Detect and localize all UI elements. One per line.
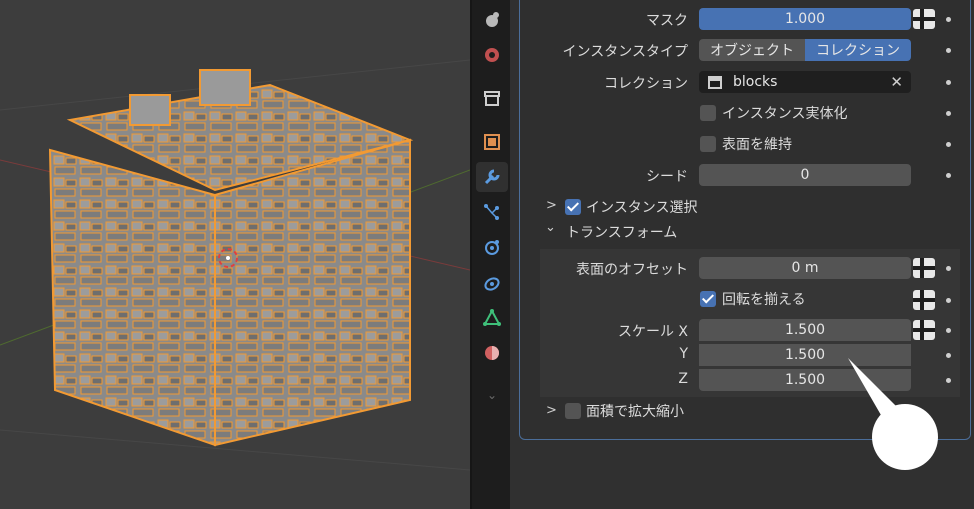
data-triangle-icon xyxy=(483,308,501,326)
instance-type-option-object[interactable]: オブジェクト xyxy=(699,39,805,61)
scale-x-field[interactable]: 1.500 xyxy=(699,319,911,341)
seed-label: シード xyxy=(646,169,688,185)
keyframe-decorator-icon[interactable] xyxy=(913,258,935,278)
collection-field[interactable]: blocks ✕ xyxy=(699,71,911,93)
animate-property-dot[interactable] xyxy=(946,298,951,303)
scene-icon xyxy=(485,48,499,62)
world-icon xyxy=(486,12,499,27)
chevron-down-icon[interactable]: ⌄ xyxy=(545,220,556,235)
tab-data[interactable] xyxy=(476,303,508,333)
transform-subpanel-title[interactable]: トランスフォーム xyxy=(566,222,677,242)
animate-property-dot[interactable] xyxy=(946,328,951,333)
animate-property-dot[interactable] xyxy=(946,80,951,85)
animate-property-dot[interactable] xyxy=(946,266,951,271)
wrench-modifier-icon xyxy=(484,169,500,185)
keep-surface-checkbox[interactable] xyxy=(700,136,716,152)
surface-offset-label: 表面のオフセット xyxy=(576,262,688,278)
collection-box-icon xyxy=(484,91,500,106)
instance-type-selector[interactable]: オブジェクト コレクション xyxy=(699,39,911,61)
tab-object[interactable] xyxy=(476,127,508,157)
particles-icon xyxy=(484,204,499,220)
clear-icon[interactable]: ✕ xyxy=(890,73,903,91)
tab-material[interactable] xyxy=(476,338,508,368)
constraints-icon xyxy=(484,277,500,291)
animate-property-dot[interactable] xyxy=(946,111,951,116)
collection-value: blocks xyxy=(733,74,778,90)
scale-y-label: Y xyxy=(679,346,688,362)
keep-surface-label: 表面を維持 xyxy=(722,137,792,153)
tab-modifiers[interactable] xyxy=(476,162,508,192)
chevron-right-icon[interactable]: > xyxy=(546,403,557,418)
tab-collection[interactable] xyxy=(476,83,508,113)
properties-tab-bar: ⌄ xyxy=(470,0,512,509)
click-indicator-icon xyxy=(848,358,938,470)
tab-particles[interactable] xyxy=(476,197,508,227)
collection-box-icon xyxy=(708,76,722,89)
realize-instances-label: インスタンス実体化 xyxy=(722,106,848,122)
instance-type-option-collection[interactable]: コレクション xyxy=(805,39,911,61)
mask-label: マスク xyxy=(646,13,688,29)
scale-by-area-label[interactable]: 面積で拡大縮小 xyxy=(586,401,684,421)
seed-field[interactable]: 0 xyxy=(699,164,911,186)
tab-bar-expand[interactable]: ⌄ xyxy=(476,380,508,410)
animate-property-dot[interactable] xyxy=(946,17,951,22)
mask-field[interactable]: 1.000 xyxy=(699,8,911,30)
keyframe-decorator-icon[interactable] xyxy=(913,320,935,340)
collection-label: コレクション xyxy=(604,76,688,92)
align-rotation-label: 回転を揃える xyxy=(722,292,806,308)
animate-property-dot[interactable] xyxy=(946,48,951,53)
instance-type-label: インスタンスタイプ xyxy=(562,44,688,60)
object-icon xyxy=(484,134,500,150)
fractal-cube-object[interactable] xyxy=(48,69,414,447)
chevron-down-icon: ⌄ xyxy=(486,388,498,402)
physics-icon xyxy=(485,240,499,255)
animate-property-dot[interactable] xyxy=(946,142,951,147)
keyframe-decorator-icon[interactable] xyxy=(913,290,935,310)
instance-select-label[interactable]: インスタンス選択 xyxy=(586,197,697,217)
animate-property-dot[interactable] xyxy=(946,173,951,178)
scale-by-area-checkbox[interactable] xyxy=(565,403,581,419)
tab-physics[interactable] xyxy=(476,232,508,262)
material-icon xyxy=(485,346,499,360)
3d-viewport[interactable] xyxy=(0,0,470,509)
scale-z-label: Z xyxy=(678,371,688,387)
align-rotation-checkbox[interactable] xyxy=(700,291,716,307)
instance-select-checkbox[interactable] xyxy=(565,199,581,215)
realize-instances-checkbox[interactable] xyxy=(700,105,716,121)
surface-offset-field[interactable]: 0 m xyxy=(699,257,911,279)
tab-constraints[interactable] xyxy=(476,268,508,298)
chevron-right-icon[interactable]: > xyxy=(546,198,557,213)
tab-world[interactable] xyxy=(476,5,508,35)
keyframe-decorator-icon[interactable] xyxy=(913,9,935,29)
tab-scene[interactable] xyxy=(476,40,508,70)
scale-x-label: スケール X xyxy=(617,324,688,340)
